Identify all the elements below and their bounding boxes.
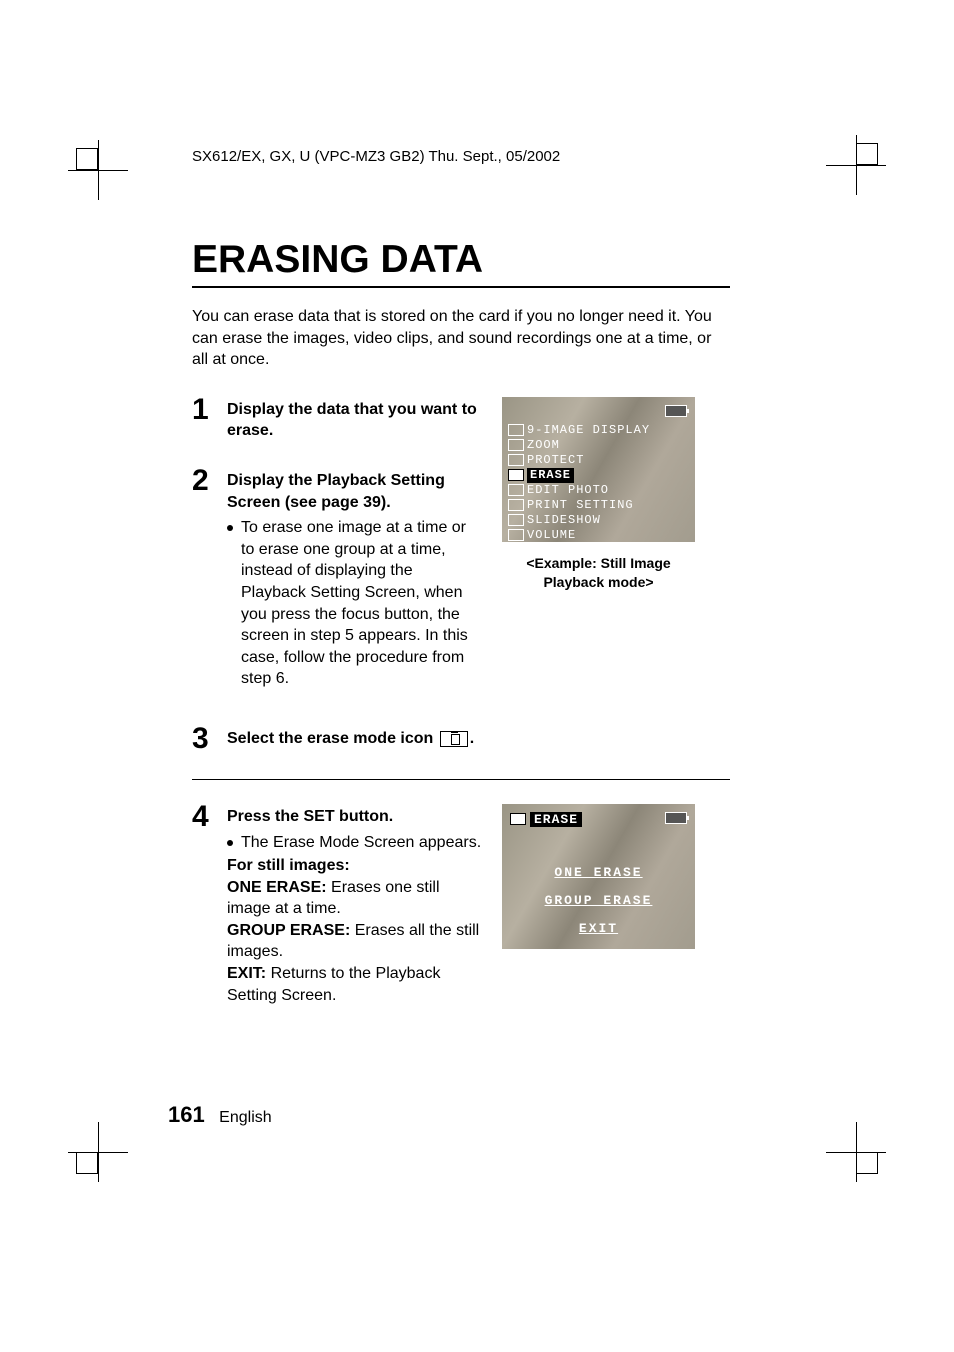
one-erase-def: ONE ERASE: Erases one still image at a t… [227,877,482,920]
step-number: 1 [192,393,227,426]
group-erase-term: GROUP ERASE: [227,922,350,939]
step-3-heading-post: . [470,730,474,747]
exit-def: EXIT: Returns to the Playback Setting Sc… [227,963,482,1006]
step-number: 3 [192,722,227,755]
exit-term: EXIT: [227,965,266,982]
screenshot-1-wrap: 9-IMAGE DISPLAY ZOOM PROTECT ERASE EDIT … [502,393,695,593]
document-header: SX612/EX, GX, U (VPC-MZ3 GB2) Thu. Sept.… [192,148,560,165]
step-1: 1 Display the data that you want to eras… [192,393,482,442]
step-number: 2 [192,464,227,497]
one-erase-term: ONE ERASE: [227,879,327,896]
page-title: ERASING DATA [192,238,730,288]
page-footer: 161 English [168,1102,272,1128]
screenshot-1-caption: <Example: Still Image Playback mode> [502,554,695,593]
menu-item-print: PRINT SETTING [508,498,650,513]
erase-screen-title: ERASE [530,812,582,827]
step-4-heading: Press the SET button. [227,808,393,825]
erase-options: ONE ERASE GROUP ERASE EXIT [502,859,695,943]
step-4: 4 Press the SET button. The Erase Mode S… [192,800,482,1006]
key-icon [508,454,524,466]
crop-mark-tr [826,135,886,195]
magnify-icon [508,439,524,451]
crop-mark-br [826,1122,886,1182]
battery-icon [665,812,687,824]
option-one-erase: ONE ERASE [502,859,695,887]
menu-item-erase-selected: ERASE [508,468,650,483]
menu-item-edit: EDIT PHOTO [508,483,650,498]
battery-icon [665,405,687,417]
menu-item-protect: PROTECT [508,453,650,468]
screenshot-2-wrap: ERASE ONE ERASE GROUP ERASE EXIT [502,800,695,949]
intro-text: You can erase data that is stored on the… [192,306,730,371]
trash-icon [508,469,524,481]
menu-item-9image: 9-IMAGE DISPLAY [508,423,650,438]
step-2-bullet: To erase one image at a time or to erase… [227,517,482,690]
volume-icon [508,529,524,541]
step-4-bullet: The Erase Mode Screen appears. [227,832,482,854]
print-icon [508,499,524,511]
option-group-erase: GROUP ERASE [502,887,695,915]
step-number: 4 [192,800,227,833]
step-3-heading-pre: Select the erase mode icon [227,730,438,747]
group-erase-def: GROUP ERASE: Erases all the still images… [227,920,482,963]
step-2-heading: Display the Playback Setting Screen (see… [227,472,445,511]
crop-mark-bl [68,1122,128,1182]
page-number: 161 [168,1102,205,1127]
step-1-heading: Display the data that you want to erase. [227,401,477,440]
menu-item-slideshow: SLIDESHOW [508,513,650,528]
trash-icon [510,813,526,825]
grid-icon [508,424,524,436]
for-still-images-label: For still images: [227,855,482,877]
menu-item-zoom: ZOOM [508,438,650,453]
step-2: 2 Display the Playback Setting Screen (s… [192,464,482,690]
erase-mode-icon [440,731,468,747]
slideshow-icon [508,514,524,526]
page-language: English [219,1109,271,1126]
playback-menu-list: 9-IMAGE DISPLAY ZOOM PROTECT ERASE EDIT … [508,423,650,543]
edit-icon [508,484,524,496]
menu-item-volume: VOLUME [508,528,650,543]
screenshot-playback-menu: 9-IMAGE DISPLAY ZOOM PROTECT ERASE EDIT … [502,397,695,542]
section-rule [192,779,730,780]
crop-mark-tl [68,140,128,200]
option-exit: EXIT [502,915,695,943]
step-3: 3 Select the erase mode icon . [192,722,730,755]
screenshot-erase-mode: ERASE ONE ERASE GROUP ERASE EXIT [502,804,695,949]
